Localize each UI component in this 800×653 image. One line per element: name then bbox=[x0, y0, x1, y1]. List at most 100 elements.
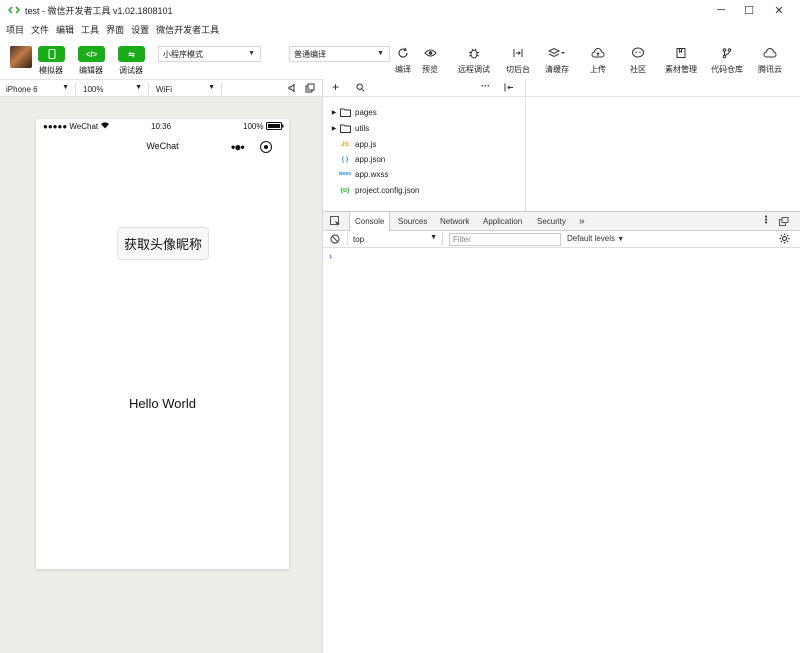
background-button[interactable]: 切后台 bbox=[506, 44, 530, 75]
tab-network[interactable]: Network bbox=[435, 212, 474, 231]
clear-console-icon[interactable] bbox=[330, 234, 340, 246]
tree-item-utils[interactable]: ▶ utils bbox=[323, 121, 369, 135]
tree-item-project-config[interactable]: {o} project.config.json bbox=[323, 183, 419, 197]
log-levels-select[interactable]: Default levels ▼ bbox=[567, 234, 624, 243]
chevron-down-icon: ▼ bbox=[377, 50, 384, 57]
debugger-toggle-button[interactable]: ⇆ bbox=[118, 46, 145, 62]
get-avatar-nickname-button[interactable]: 获取头像昵称 bbox=[117, 227, 209, 260]
more-tabs-icon[interactable]: » bbox=[574, 212, 590, 231]
title-bar: test - 微信开发者工具 v1.02.1808101 ─ ☐ ✕ bbox=[0, 0, 800, 20]
tab-sources[interactable]: Sources bbox=[393, 212, 432, 231]
editor-toggle-button[interactable]: </> bbox=[78, 46, 105, 62]
tree-item-app-json[interactable]: { } app.json bbox=[323, 152, 386, 166]
simulator-panel: ●●●●● WeChat 10:36 100% WeChat •●• 获取头像昵… bbox=[0, 97, 322, 653]
battery-text: 100% bbox=[243, 122, 264, 131]
preview-button[interactable]: 预览 bbox=[421, 44, 439, 75]
folder-icon bbox=[339, 107, 351, 117]
phone-nav-bar: WeChat •●• bbox=[36, 133, 289, 159]
close-miniprogram-icon[interactable] bbox=[260, 141, 272, 153]
search-icon[interactable] bbox=[356, 83, 365, 94]
refresh-icon bbox=[394, 44, 412, 62]
community-button[interactable]: 社区 bbox=[629, 44, 647, 75]
wxss-file-icon: wxss bbox=[338, 171, 352, 177]
menu-wechat-devtools[interactable]: 微信开发者工具 bbox=[156, 23, 219, 36]
code-repo-button[interactable]: 代码仓库 bbox=[711, 44, 743, 75]
user-avatar[interactable] bbox=[10, 46, 32, 68]
tab-security[interactable]: Security bbox=[532, 212, 571, 231]
inspect-element-icon[interactable] bbox=[330, 216, 341, 229]
phone-icon bbox=[48, 49, 55, 59]
more-menu-icon[interactable]: •●• bbox=[231, 140, 245, 154]
tree-item-app-js[interactable]: JS app.js bbox=[323, 137, 376, 151]
js-file-icon: JS bbox=[341, 140, 349, 148]
remote-debug-button[interactable]: 远程调试 bbox=[458, 44, 490, 75]
upload-button[interactable]: 上传 bbox=[589, 44, 607, 75]
simulator-label: 模拟器 bbox=[39, 66, 63, 75]
undock-icon[interactable] bbox=[779, 217, 789, 228]
console-output[interactable]: › bbox=[323, 248, 800, 653]
add-file-icon[interactable]: + bbox=[332, 80, 339, 94]
minimize-button[interactable]: ─ bbox=[706, 0, 736, 20]
layers-icon bbox=[548, 44, 566, 62]
folder-image-icon bbox=[672, 44, 690, 62]
eye-icon bbox=[421, 44, 439, 62]
network-select[interactable]: WiFi ▼ bbox=[150, 82, 222, 96]
device-select[interactable]: iPhone 6 ▼ bbox=[0, 82, 76, 96]
menu-project[interactable]: 项目 bbox=[6, 23, 24, 36]
tab-console[interactable]: Console bbox=[349, 212, 391, 231]
clear-cache-button[interactable]: 清缓存 bbox=[545, 44, 569, 75]
chevron-down-icon: ▼ bbox=[135, 84, 142, 91]
context-select[interactable]: top ▼ bbox=[347, 232, 443, 246]
json-file-icon: { } bbox=[341, 155, 349, 163]
zoom-select[interactable]: 100% ▼ bbox=[77, 82, 149, 96]
chevron-down-icon: ▼ bbox=[248, 50, 255, 57]
nav-title: WeChat bbox=[146, 141, 179, 151]
editor-label: 编辑器 bbox=[79, 66, 103, 75]
compile-mode-select[interactable]: 普通编译 ▼ bbox=[289, 46, 390, 62]
kebab-menu-icon[interactable]: ⋮ bbox=[761, 215, 771, 226]
device-bar: iPhone 6 ▼ 100% ▼ WiFi ▼ bbox=[0, 79, 322, 97]
menu-edit[interactable]: 编辑 bbox=[56, 23, 74, 36]
carrier-text: ●●●●● WeChat bbox=[43, 122, 99, 131]
battery-icon bbox=[266, 122, 284, 132]
close-button[interactable]: ✕ bbox=[764, 0, 794, 20]
debug-icon: ⇆ bbox=[128, 49, 135, 59]
caret-right-icon: ▶ bbox=[331, 109, 337, 116]
menu-bar: 项目 文件 编辑 工具 界面 设置 微信开发者工具 bbox=[0, 21, 226, 37]
devtools-tab-bar: Console Sources Network Application Secu… bbox=[323, 211, 800, 231]
tree-item-pages[interactable]: ▶ pages bbox=[323, 105, 377, 119]
volume-icon[interactable] bbox=[287, 83, 297, 95]
caret-down-icon: ▼ bbox=[617, 236, 625, 243]
gear-icon[interactable] bbox=[779, 233, 790, 246]
phone-screen: ●●●●● WeChat 10:36 100% WeChat •●• 获取头像昵… bbox=[36, 119, 289, 569]
maximize-button[interactable]: ☐ bbox=[734, 0, 764, 20]
simulator-toggle-button[interactable] bbox=[38, 46, 65, 62]
menu-view[interactable]: 界面 bbox=[106, 23, 124, 36]
console-filter-input[interactable]: Filter bbox=[449, 233, 561, 246]
mode-select[interactable]: 小程序模式 ▼ bbox=[158, 46, 261, 62]
chevron-down-icon: ▼ bbox=[208, 84, 215, 91]
menu-tools[interactable]: 工具 bbox=[81, 23, 99, 36]
menu-settings[interactable]: 设置 bbox=[131, 23, 149, 36]
collapse-panel-icon[interactable] bbox=[504, 83, 514, 94]
main-toolbar: 模拟器 </> 编辑器 ⇆ 调试器 小程序模式 ▼ 普通编译 ▼ 编译 预览 远程调… bbox=[0, 38, 800, 78]
tab-application[interactable]: Application bbox=[478, 212, 527, 231]
console-filter-bar: top ▼ Filter Default levels ▼ bbox=[323, 231, 800, 248]
menu-file[interactable]: 文件 bbox=[31, 23, 49, 36]
assets-button[interactable]: 素材管理 bbox=[665, 44, 697, 75]
caret-down-icon: ▼ bbox=[430, 234, 437, 241]
tencent-cloud-button[interactable]: 腾讯云 bbox=[758, 44, 782, 75]
detach-window-icon[interactable] bbox=[305, 83, 315, 95]
app-logo-icon bbox=[7, 3, 21, 17]
more-options-icon[interactable]: ··· bbox=[481, 81, 490, 91]
compile-button[interactable]: 编译 bbox=[394, 44, 412, 75]
config-file-icon: {o} bbox=[340, 186, 350, 194]
tree-item-app-wxss[interactable]: wxss app.wxss bbox=[323, 167, 388, 181]
phone-status-bar: ●●●●● WeChat 10:36 100% bbox=[36, 119, 289, 133]
window-title: test - 微信开发者工具 v1.02.1808101 bbox=[25, 5, 173, 16]
console-prompt-icon: › bbox=[329, 251, 332, 261]
code-icon: </> bbox=[85, 49, 98, 59]
editor-area bbox=[525, 79, 800, 211]
switch-background-icon bbox=[509, 44, 527, 62]
cloud-upload-icon bbox=[589, 44, 607, 62]
